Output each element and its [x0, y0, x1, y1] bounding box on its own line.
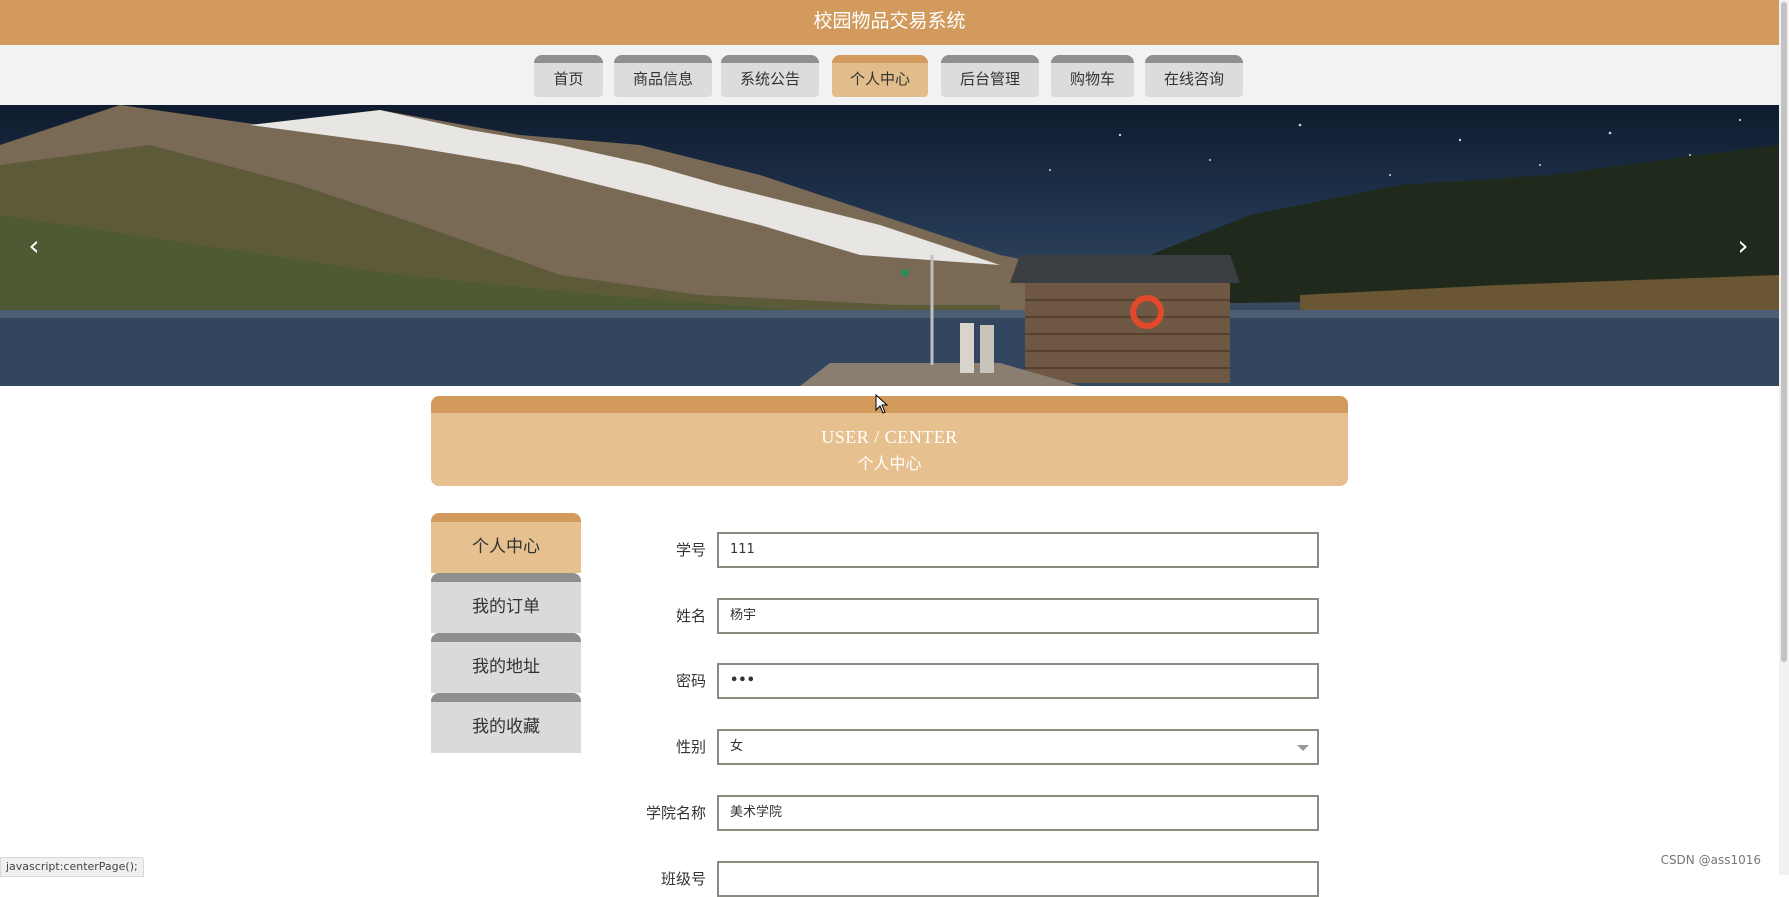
- chevron-down-icon: [1297, 745, 1309, 751]
- nav-user-center[interactable]: 个人中心: [832, 55, 928, 97]
- nav-online-consult[interactable]: 在线咨询: [1145, 55, 1243, 97]
- main-nav: 首页 商品信息 系统公告 个人中心 后台管理 购物车 在线咨询: [0, 45, 1779, 105]
- section-title-en: USER / CENTER: [821, 427, 958, 447]
- nav-admin[interactable]: 后台管理: [941, 55, 1039, 97]
- app-title-bar: 校园物品交易系统: [0, 0, 1779, 45]
- nav-cart[interactable]: 购物车: [1051, 55, 1134, 97]
- sidebar-item-my-address[interactable]: 我的地址: [431, 633, 581, 693]
- student-id-label: 学号: [675, 541, 706, 559]
- college-label: 学院名称: [645, 804, 706, 822]
- browser-status-bar: javascript:centerPage();: [0, 857, 144, 877]
- section-title-cn: 个人中心: [857, 454, 922, 473]
- password-label: 密码: [675, 672, 706, 690]
- watermark: CSDN @ass1016: [1660, 853, 1761, 867]
- app-title: 校园物品交易系统: [813, 10, 966, 32]
- nav-home[interactable]: 首页: [534, 55, 603, 97]
- banner-carousel: ‹ ›: [0, 105, 1779, 386]
- class-no-label: 班级号: [660, 870, 706, 888]
- nav-products[interactable]: 商品信息: [614, 55, 712, 97]
- nav-announcements[interactable]: 系统公告: [721, 55, 819, 97]
- college-input[interactable]: 美术学院: [717, 795, 1319, 831]
- sidebar-item-user-center[interactable]: 个人中心: [431, 513, 581, 573]
- gender-label: 性别: [675, 738, 706, 756]
- gender-select-value: 女: [730, 739, 744, 754]
- sidebar-item-my-orders[interactable]: 我的订单: [431, 573, 581, 633]
- mouse-cursor-icon: [875, 394, 889, 414]
- section-heading: USER / CENTER 个人中心: [431, 396, 1348, 486]
- name-label: 姓名: [675, 607, 706, 625]
- student-id-input[interactable]: 111: [717, 532, 1319, 568]
- name-input[interactable]: 杨宇: [717, 598, 1319, 634]
- banner-image: [0, 105, 1779, 386]
- class-no-input[interactable]: [717, 861, 1319, 897]
- page-scrollbar[interactable]: [1779, 0, 1789, 875]
- scrollbar-thumb[interactable]: [1781, 2, 1787, 662]
- gender-select[interactable]: 女: [717, 729, 1319, 765]
- chevron-left-icon[interactable]: ‹: [21, 231, 47, 261]
- password-input[interactable]: •••: [717, 663, 1319, 699]
- sidebar-item-my-favorites[interactable]: 我的收藏: [431, 693, 581, 753]
- chevron-right-icon[interactable]: ›: [1730, 231, 1756, 261]
